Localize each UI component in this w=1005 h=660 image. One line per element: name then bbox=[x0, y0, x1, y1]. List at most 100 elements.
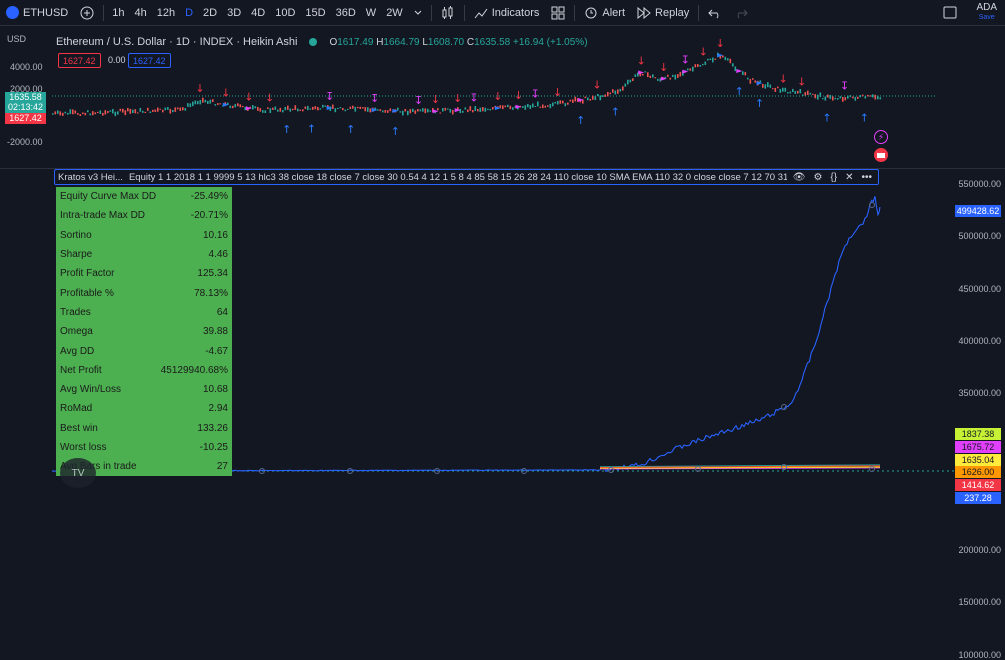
heikin-ashi-candle bbox=[517, 107, 519, 110]
chart-title[interactable]: Ethereum / U.S. Dollar · 1D · INDEX · He… bbox=[56, 36, 297, 48]
heikin-ashi-candle bbox=[482, 107, 484, 112]
heikin-ashi-candle bbox=[682, 71, 684, 76]
interval-10d[interactable]: 10D bbox=[270, 0, 300, 26]
heikin-ashi-candle bbox=[664, 76, 667, 79]
indicator-name[interactable]: Kratos v3 Hei... bbox=[58, 172, 123, 183]
heikin-ashi-candle bbox=[754, 80, 757, 83]
heikin-ashi-candle bbox=[157, 107, 159, 112]
more-icon[interactable]: ••• bbox=[861, 172, 872, 183]
heikin-ashi-candle bbox=[79, 114, 82, 117]
undo-button[interactable] bbox=[702, 0, 728, 26]
heikin-ashi-candle bbox=[149, 111, 152, 114]
layout-save-button[interactable]: ADA Save bbox=[976, 3, 997, 23]
source-code-icon[interactable]: {} bbox=[830, 172, 837, 183]
heikin-ashi-candle bbox=[694, 64, 697, 68]
heikin-ashi-candle bbox=[307, 105, 309, 111]
interval-w[interactable]: W bbox=[361, 0, 381, 26]
sell-button[interactable]: 1627.42 bbox=[58, 53, 101, 68]
heikin-ashi-candle bbox=[402, 110, 404, 116]
close-icon[interactable]: ✕ bbox=[845, 172, 853, 183]
buy-arrow-icon: ↑ bbox=[755, 97, 764, 110]
heikin-ashi-candle bbox=[599, 95, 602, 101]
interval-12h[interactable]: 12h bbox=[152, 0, 180, 26]
heikin-ashi-candle bbox=[789, 91, 792, 94]
heikin-ashi-candle bbox=[292, 108, 294, 111]
signal-marker bbox=[494, 106, 501, 111]
exit-arrow-icon: ↧ bbox=[681, 54, 690, 67]
heikin-ashi-candle bbox=[99, 110, 102, 114]
heikin-ashi-candle bbox=[92, 111, 94, 116]
interval-4d[interactable]: 4D bbox=[246, 0, 270, 26]
interval-d[interactable]: D bbox=[180, 0, 198, 26]
indicator-legend[interactable]: Kratos v3 Hei... Equity 1 1 2018 1 1 999… bbox=[54, 169, 879, 185]
heikin-ashi-candle bbox=[439, 112, 442, 114]
heikin-ashi-candle bbox=[717, 52, 719, 58]
compare-symbol-button[interactable] bbox=[74, 0, 100, 26]
heikin-ashi-candle bbox=[719, 54, 722, 59]
indicators-button[interactable]: Indicators bbox=[468, 0, 546, 26]
interval-4h[interactable]: 4h bbox=[129, 0, 151, 26]
heikin-ashi-candle bbox=[277, 109, 279, 112]
chart-type-button[interactable] bbox=[435, 0, 461, 26]
stat-value: -20.71% bbox=[190, 210, 228, 222]
interval-36d[interactable]: 36D bbox=[331, 0, 361, 26]
heikin-ashi-candle bbox=[117, 111, 119, 115]
interval-dropdown-button[interactable] bbox=[408, 0, 428, 26]
stat-row: Avg DD -4.67 bbox=[56, 341, 232, 360]
heikin-ashi-candle bbox=[537, 101, 539, 107]
bar-countdown-tag: 02:13:42 bbox=[5, 102, 46, 113]
heikin-ashi-candle bbox=[259, 108, 262, 112]
interval-15d[interactable]: 15D bbox=[300, 0, 330, 26]
heikin-ashi-candle bbox=[667, 74, 669, 77]
fullscreen-button[interactable] bbox=[937, 0, 963, 26]
heikin-ashi-candle bbox=[562, 100, 564, 104]
heikin-ashi-candle bbox=[807, 90, 809, 95]
buy-button[interactable]: 1627.42 bbox=[128, 53, 171, 68]
layout-button[interactable] bbox=[545, 0, 571, 26]
heikin-ashi-candle bbox=[582, 99, 584, 104]
heikin-ashi-candle bbox=[239, 104, 242, 108]
top-toolbar: ETHUSD 1h 4h 12h D 2D 3D 4D 10D 15D 36D W 2W Indica… bbox=[0, 0, 1005, 26]
symbol-label: ETHUSD bbox=[23, 6, 69, 19]
stat-value: -10.25 bbox=[199, 442, 228, 453]
currency-label[interactable]: USD bbox=[7, 34, 26, 44]
interval-2w[interactable]: 2W bbox=[381, 0, 408, 26]
redo-button[interactable] bbox=[728, 0, 754, 26]
heikin-ashi-candle bbox=[804, 92, 807, 96]
stat-label: Sortino bbox=[60, 229, 92, 241]
heikin-ashi-candle bbox=[722, 55, 724, 58]
buy-arrow-icon: ↑ bbox=[346, 123, 355, 136]
lightning-icon[interactable]: ⚡ bbox=[874, 130, 888, 144]
signal-marker bbox=[682, 69, 689, 74]
heikin-ashi-candle bbox=[419, 109, 422, 112]
equity-axis-label: 100000.00 bbox=[958, 649, 1001, 660]
heikin-ashi-candle bbox=[464, 107, 467, 110]
gear-icon[interactable]: ⚙ bbox=[813, 172, 822, 183]
heikin-ashi-candle bbox=[852, 96, 854, 99]
interval-3d[interactable]: 3D bbox=[222, 0, 246, 26]
alert-button[interactable]: Alert bbox=[578, 0, 631, 26]
heikin-ashi-candle bbox=[527, 103, 529, 108]
heikin-ashi-candle bbox=[329, 106, 332, 111]
replay-button[interactable]: Replay bbox=[631, 0, 695, 26]
heikin-ashi-candle bbox=[202, 97, 204, 103]
heikin-ashi-candle bbox=[442, 108, 444, 112]
stat-label: Trades bbox=[60, 306, 91, 318]
symbol-search[interactable]: ETHUSD bbox=[0, 0, 74, 26]
interval-1h[interactable]: 1h bbox=[107, 0, 129, 26]
flag-icon[interactable] bbox=[874, 148, 888, 162]
sell-arrow-icon: ↓ bbox=[514, 89, 523, 102]
ethereum-logo-icon bbox=[6, 6, 19, 19]
heikin-ashi-candle bbox=[272, 107, 274, 110]
buy-arrow-icon: ↑ bbox=[611, 105, 620, 118]
heikin-ashi-candle bbox=[674, 74, 677, 80]
stat-row: Omega 39.88 bbox=[56, 322, 232, 341]
heikin-ashi-candle bbox=[557, 100, 559, 105]
heikin-ashi-candle bbox=[337, 108, 339, 110]
tradingview-logo-icon[interactable]: TV bbox=[60, 458, 96, 488]
heikin-ashi-candle bbox=[109, 110, 112, 112]
heikin-ashi-candle bbox=[827, 94, 829, 98]
eye-icon[interactable]: 👁 bbox=[793, 172, 806, 183]
heikin-ashi-candle bbox=[297, 108, 299, 112]
interval-2d[interactable]: 2D bbox=[198, 0, 222, 26]
